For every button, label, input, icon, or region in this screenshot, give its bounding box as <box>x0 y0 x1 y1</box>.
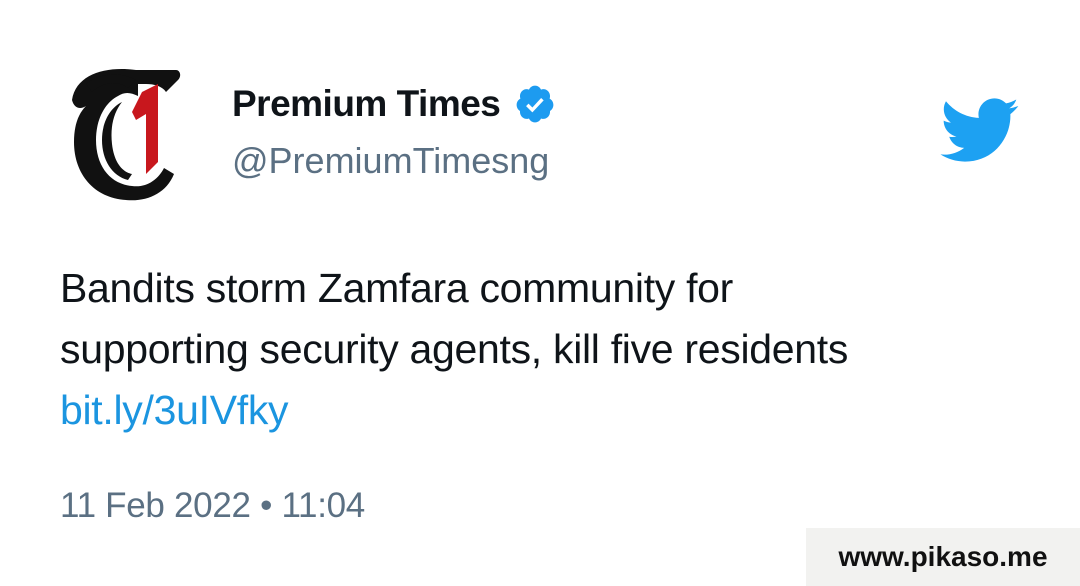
tweet-body: Bandits storm Zamfara community for supp… <box>60 258 1020 441</box>
verified-badge-icon <box>514 83 556 125</box>
tweet-card: Premium Times @PremiumTimesng Bandits st… <box>0 0 1080 586</box>
tweet-text-line-1: Bandits storm Zamfara community for <box>60 265 734 311</box>
tweet-link[interactable]: bit.ly/3uIVfky <box>60 387 289 433</box>
account-identity: Premium Times @PremiumTimesng <box>232 80 556 182</box>
tweet-text-line-2: supporting security agents, kill five re… <box>60 326 849 372</box>
display-name[interactable]: Premium Times <box>232 83 501 125</box>
twitter-bird-icon <box>940 98 1020 164</box>
tweet-timestamp[interactable]: 11 Feb 2022 • 11:04 <box>60 486 365 526</box>
name-row: Premium Times <box>232 80 556 128</box>
premium-times-logo-icon[interactable] <box>66 62 184 202</box>
watermark: www.pikaso.me <box>806 528 1080 586</box>
account-handle[interactable]: @PremiumTimesng <box>232 140 556 182</box>
